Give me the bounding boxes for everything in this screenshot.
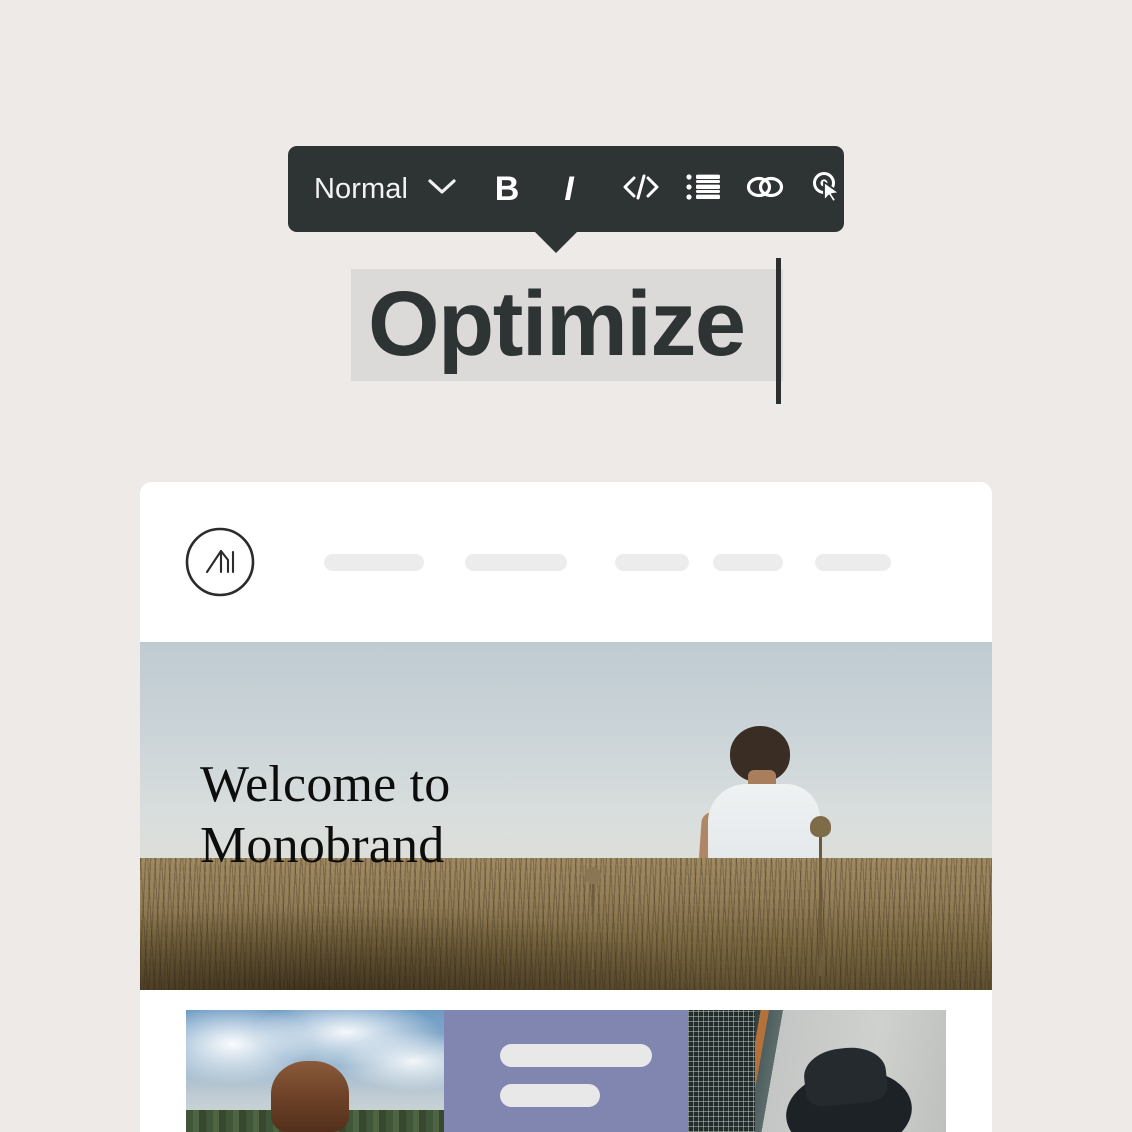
code-icon [621, 173, 661, 206]
site-nav-item[interactable] [815, 553, 891, 571]
hero-wheat-field [140, 857, 992, 990]
site-nav-item[interactable] [465, 553, 567, 571]
italic-button[interactable]: I [538, 161, 600, 217]
link-button[interactable] [734, 161, 796, 217]
site-navbar [140, 482, 992, 642]
bullet-list-button[interactable] [672, 161, 734, 217]
site-nav-item[interactable] [324, 553, 424, 571]
text-style-select[interactable]: Normal [314, 163, 462, 215]
hero-heading-line-1: Welcome to [200, 756, 451, 813]
feature-section [140, 990, 992, 1132]
text-style-select-value: Normal [314, 172, 409, 205]
click-action-button[interactable] [796, 161, 858, 217]
feature-panel-image-right[interactable] [688, 1010, 946, 1132]
italic-icon: I [564, 170, 574, 208]
link-icon [746, 174, 784, 205]
site-preview-card: Welcome to Monobrand [140, 482, 992, 1132]
heading-text[interactable]: Optimize [368, 268, 746, 380]
bold-icon: B [494, 170, 520, 208]
editable-heading[interactable]: Optimize [351, 258, 791, 408]
hero-thistle-plant [809, 815, 831, 977]
formatting-toolbar: Normal B I [288, 146, 844, 253]
cursor-click-icon [810, 170, 844, 209]
bullet-list-icon [686, 173, 721, 206]
site-nav-item[interactable] [615, 553, 689, 571]
hero-heading: Welcome to Monobrand [200, 754, 451, 877]
toolbar-pointer-arrow [534, 231, 578, 253]
code-button[interactable] [610, 161, 672, 217]
feature-panel-image-left[interactable] [186, 1010, 444, 1132]
placeholder-bar [500, 1084, 600, 1107]
site-nav-items [324, 553, 891, 571]
placeholder-bar [500, 1044, 652, 1067]
bold-button[interactable]: B [476, 161, 538, 217]
panel-person-hair [270, 1061, 349, 1132]
feature-panel-text-block[interactable] [444, 1010, 688, 1132]
hero-section: Welcome to Monobrand [140, 642, 992, 990]
hero-heading-line-2: Monobrand [200, 817, 445, 875]
chevron-down-icon [428, 178, 456, 201]
formatting-toolbar-bar: Normal B I [288, 146, 844, 232]
feature-panels [186, 1010, 946, 1132]
monogram-m-circle-icon[interactable] [184, 526, 256, 598]
site-nav-item[interactable] [713, 553, 783, 571]
panel-window-grid [688, 1010, 756, 1132]
text-caret [776, 258, 781, 404]
hero-thistle-plant [584, 866, 601, 970]
